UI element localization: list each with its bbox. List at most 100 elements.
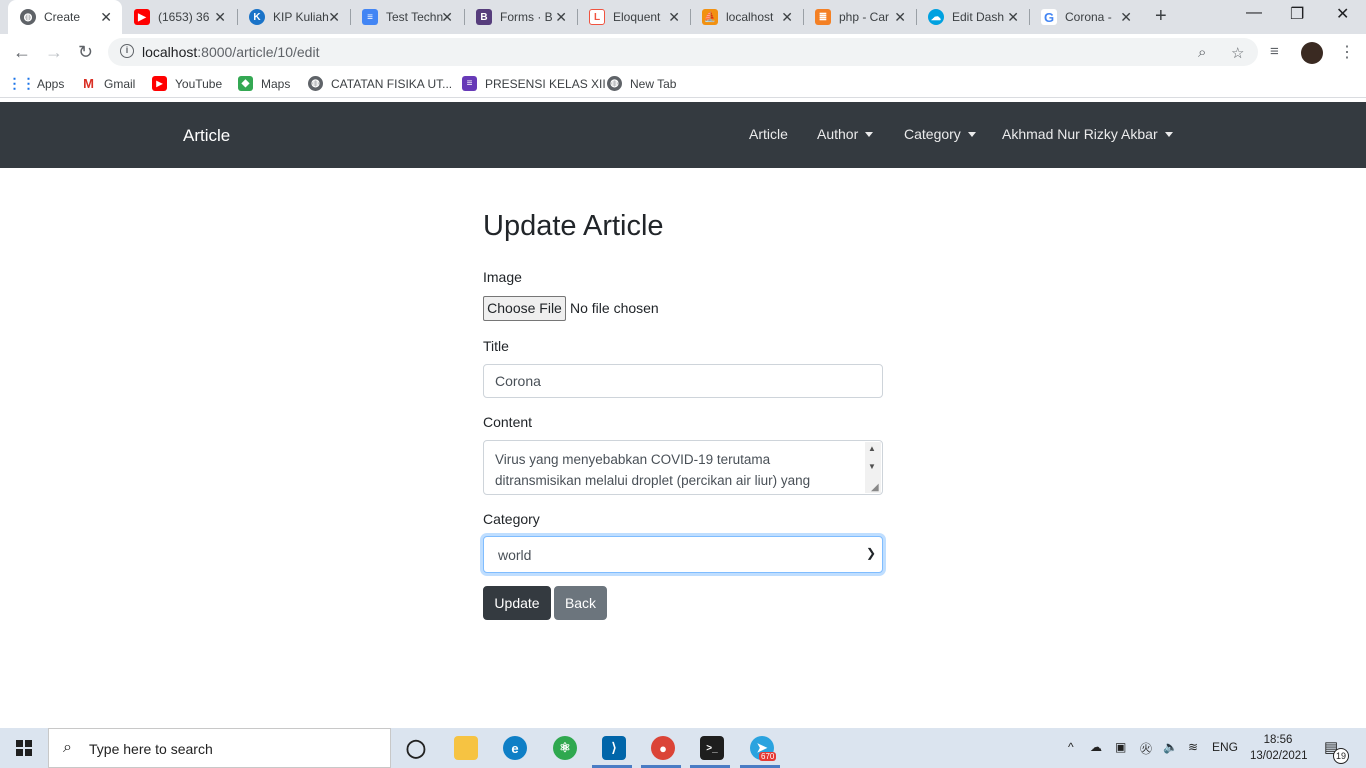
atom-icon[interactable]: ⚛ — [553, 736, 577, 760]
language-indicator[interactable]: ENG — [1212, 740, 1238, 754]
close-icon[interactable]: ✕ — [555, 9, 567, 26]
bookmark-label: CATATAN FISIKA UT... — [331, 76, 453, 91]
bookmark-maps[interactable]: ◆ Maps — [238, 76, 290, 91]
gmail-icon: M — [83, 76, 94, 91]
volume-icon[interactable]: 🔈 — [1163, 740, 1178, 754]
nav-link-article[interactable]: Article — [749, 126, 788, 142]
tab-title: (1653) 36 — [158, 10, 210, 24]
bookmark-label: Maps — [261, 76, 291, 91]
image-label: Image — [483, 269, 522, 285]
browser-tab-strip: ◍ Create ✕ ▶ (1653) 36 ✕ K KIP Kuliah ✕ … — [0, 0, 1366, 34]
taskbar-search[interactable]: ⌕ Type here to search — [48, 728, 391, 768]
windows-taskbar: ⌕ Type here to search ◯ e ⚛ ⟩ ● >_ ➤ 670… — [0, 728, 1366, 768]
tab-title: localhost — [726, 10, 774, 24]
wifi-icon[interactable]: ≋ — [1188, 740, 1198, 754]
google-icon: G — [1041, 9, 1057, 25]
window-close-icon[interactable]: ✕ — [1336, 4, 1349, 24]
category-label: Category — [483, 511, 540, 527]
choose-file-button[interactable]: Choose File — [483, 296, 566, 321]
tab-title: Edit Dash — [952, 10, 1005, 24]
menu-kebab-icon[interactable]: ⋮ — [1339, 42, 1355, 62]
bookmark-gmail[interactable]: M Gmail — [81, 76, 135, 91]
nav-link-label: Akhmad Nur Rizky Akbar — [1002, 126, 1158, 142]
tab-title: php - Car — [839, 10, 890, 24]
search-placeholder: Type here to search — [89, 741, 213, 757]
tab-create[interactable]: ◍ Create ✕ — [8, 0, 122, 34]
close-icon[interactable]: ✕ — [781, 9, 793, 26]
navbar-brand[interactable]: Article — [183, 126, 230, 146]
bookmark-apps[interactable]: ⋮⋮ Apps — [8, 75, 65, 91]
bookmark-star-icon[interactable]: ☆ — [1231, 44, 1244, 62]
phpmyadmin-icon: ⛵ — [702, 9, 718, 25]
category-select[interactable]: world — [483, 536, 883, 573]
tab-stackoverflow[interactable]: ≣ php - Car ✕ — [803, 0, 916, 34]
nav-dropdown-author[interactable]: Author — [817, 126, 874, 142]
caret-down-icon — [1164, 131, 1173, 137]
tab-youtube[interactable]: ▶ (1653) 36 ✕ — [122, 0, 236, 34]
edge-icon[interactable]: e — [503, 736, 527, 760]
close-icon[interactable]: ✕ — [1120, 9, 1132, 26]
reading-list-icon[interactable]: ≡ — [1270, 43, 1279, 60]
globe-icon: ◍ — [20, 9, 36, 25]
nav-link-label: Author — [817, 126, 859, 142]
close-icon[interactable]: ✕ — [894, 9, 906, 26]
bookmark-catatan-fisika[interactable]: ◍ CATATAN FISIKA UT... — [308, 76, 452, 91]
url-text[interactable]: localhost:8000/article/10/edit — [142, 44, 319, 60]
bookmark-label: Apps — [37, 76, 65, 91]
bookmark-presensi[interactable]: ≡ PRESENSI KELAS XII — [462, 76, 606, 91]
tab-bootstrap[interactable]: B Forms · B ✕ — [464, 0, 577, 34]
tab-google[interactable]: G Corona - ✕ — [1029, 0, 1142, 34]
tab-docs[interactable]: ≡ Test Techn ✕ — [350, 0, 463, 34]
update-button[interactable]: Update — [483, 586, 551, 620]
caret-down-icon — [967, 131, 976, 137]
site-info-icon[interactable]: i — [120, 44, 134, 58]
back-arrow-icon[interactable]: ← — [13, 42, 31, 63]
nav-dropdown-user[interactable]: Akhmad Nur Rizky Akbar — [1002, 126, 1173, 142]
youtube-icon: ▶ — [134, 9, 150, 25]
content-textarea[interactable]: Virus yang menyebabkan COVID-19 terutama… — [483, 440, 883, 495]
maps-icon: ◆ — [238, 76, 253, 91]
resize-handle-icon[interactable]: ◢ — [871, 482, 879, 493]
nav-dropdown-category[interactable]: Category — [904, 126, 976, 142]
youtube-icon: ▶ — [152, 76, 167, 91]
title-input[interactable]: Corona — [483, 364, 883, 398]
tab-kip[interactable]: K KIP Kuliah ✕ — [237, 0, 350, 34]
file-explorer-icon[interactable] — [454, 736, 478, 760]
back-button[interactable]: Back — [554, 586, 607, 620]
terminal-icon[interactable]: >_ — [700, 736, 724, 760]
profile-avatar[interactable] — [1301, 42, 1323, 64]
stackoverflow-icon: ≣ — [815, 9, 831, 25]
close-icon[interactable]: ✕ — [214, 9, 226, 26]
minimize-icon[interactable]: — — [1246, 4, 1262, 22]
close-icon[interactable]: ✕ — [100, 9, 112, 26]
reload-icon[interactable]: ↻ — [78, 42, 93, 63]
windows-start-icon[interactable] — [16, 740, 32, 756]
close-icon[interactable]: ✕ — [328, 9, 340, 26]
address-bar[interactable]: i localhost:8000/article/10/edit ⌕ ☆ — [108, 38, 1258, 66]
zoom-icon[interactable]: ⌕ — [1198, 44, 1206, 61]
chevron-down-icon: ❯ — [866, 546, 877, 560]
scroll-down-arrow-icon[interactable]: ▼ — [868, 462, 876, 471]
scroll-up-arrow-icon[interactable]: ▲ — [868, 444, 876, 453]
tab-laravel[interactable]: L Eloquent ✕ — [577, 0, 690, 34]
tab-phpmyadmin[interactable]: ⛵ localhost ✕ — [690, 0, 803, 34]
network-monitor-icon[interactable]: ▣ — [1115, 740, 1126, 754]
bookmark-youtube[interactable]: ▶ YouTube — [152, 76, 222, 91]
system-clock[interactable]: 18:56 13/02/2021 — [1250, 732, 1308, 764]
onedrive-cloud-icon[interactable]: ☁ — [1090, 740, 1102, 754]
forward-arrow-icon[interactable]: → — [45, 42, 63, 63]
tray-chevron-up-icon[interactable]: ^ — [1068, 740, 1074, 754]
new-tab-plus-icon[interactable]: + — [1155, 5, 1167, 28]
close-icon[interactable]: ✕ — [1007, 9, 1019, 26]
close-icon[interactable]: ✕ — [668, 9, 680, 26]
vscode-icon[interactable]: ⟩ — [602, 736, 626, 760]
tab-salesforce[interactable]: ☁ Edit Dash ✕ — [916, 0, 1029, 34]
close-icon[interactable]: ✕ — [441, 9, 453, 26]
bookmark-new-tab[interactable]: ◍ New Tab — [607, 76, 676, 91]
file-status-text: No file chosen — [570, 300, 659, 316]
chrome-icon[interactable]: ● — [651, 736, 675, 760]
tab-title: Create — [44, 10, 81, 24]
ime-icon[interactable]: ㊋ — [1140, 740, 1152, 757]
restore-icon[interactable]: ❐ — [1290, 4, 1304, 24]
task-view-icon[interactable]: ◯ — [404, 736, 428, 760]
